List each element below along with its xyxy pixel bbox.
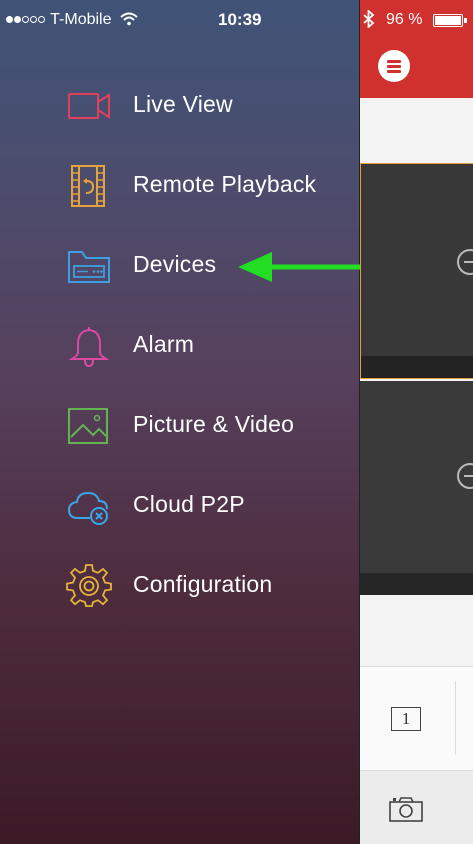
main-app-view: 96 % 1 (360, 0, 473, 844)
configuration-gear-icon (66, 564, 112, 608)
add-camera-icon[interactable] (457, 463, 473, 489)
menu-item-label: Remote Playback (133, 171, 317, 197)
picture-video-icon (68, 408, 108, 444)
wifi-icon (120, 12, 138, 26)
video-window-strip (360, 573, 473, 595)
devices-icon (68, 251, 110, 283)
camera-snapshot-icon[interactable] (388, 795, 424, 823)
screen: T-Mobile 10:39 Live View Remote Playback… (0, 0, 473, 844)
add-camera-icon[interactable] (457, 249, 473, 275)
bluetooth-icon (363, 10, 375, 28)
playback-toolbar: 1 (360, 666, 473, 770)
cloud-p2p-icon (67, 491, 108, 525)
window-layout-value: 1 (401, 709, 411, 728)
app-header: 96 % (360, 0, 473, 98)
window-layout-button[interactable]: 1 (391, 707, 421, 731)
menu-item-remote-playback[interactable]: Remote Playback (0, 146, 360, 226)
live-view-icon (68, 93, 110, 119)
alarm-bell-icon (68, 327, 110, 368)
remote-playback-icon (71, 165, 105, 207)
hamburger-menu-button[interactable] (378, 50, 410, 82)
menu-item-label: Configuration (133, 571, 273, 597)
signal-strength-icon (6, 11, 46, 28)
video-window-1[interactable] (360, 163, 473, 379)
menu-item-label: Live View (133, 91, 233, 117)
toolbar-divider (455, 681, 456, 755)
menu-item-label: Cloud P2P (133, 491, 245, 517)
status-bar-left: T-Mobile 10:39 (0, 0, 360, 40)
battery-icon (433, 14, 467, 27)
side-drawer: T-Mobile 10:39 Live View Remote Playback… (0, 0, 412, 844)
carrier-name: T-Mobile (50, 11, 112, 28)
drawer-menu: Live View Remote Playback Devices Alarm … (0, 66, 360, 626)
menu-item-label: Alarm (133, 331, 195, 357)
menu-item-configuration[interactable]: Configuration (0, 546, 360, 626)
carrier-info: T-Mobile (6, 11, 138, 29)
video-window-strip (361, 356, 473, 378)
video-window-2[interactable] (360, 381, 473, 595)
status-time: 10:39 (218, 10, 262, 29)
menu-item-cloud-p2p[interactable]: Cloud P2P (0, 466, 360, 546)
bottom-action-bar (360, 770, 473, 844)
menu-item-alarm[interactable]: Alarm (0, 306, 360, 386)
battery-percentage: 96 % (386, 11, 423, 28)
menu-item-label: Picture & Video (133, 411, 295, 437)
menu-item-picture-video[interactable]: Picture & Video (0, 386, 360, 466)
menu-item-label: Devices (133, 251, 217, 277)
menu-item-live-view[interactable]: Live View (0, 66, 360, 146)
